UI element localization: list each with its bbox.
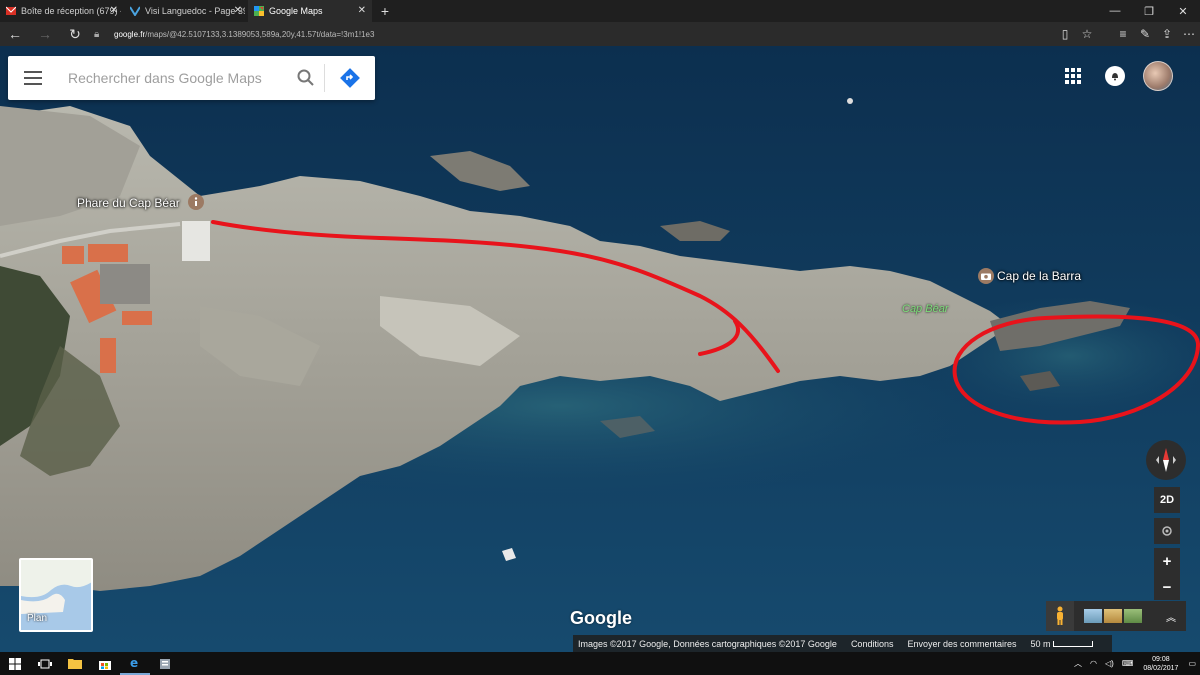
feedback-link[interactable]: Envoyer des commentaires — [907, 639, 1016, 649]
cap-barra-label[interactable]: Cap de la Barra — [997, 269, 1081, 283]
lock-icon: 🔒︎ — [94, 28, 100, 40]
svg-text:e: e — [130, 656, 138, 669]
clock-date: 08/02/2017 — [1143, 664, 1179, 672]
windows-start-icon[interactable] — [0, 652, 30, 675]
tray-expand-icon[interactable]: ︿ — [1074, 658, 1082, 669]
search-icon[interactable] — [288, 56, 324, 100]
app-icon[interactable] — [150, 652, 180, 675]
tab-mail[interactable]: Boîte de réception (679) - tl ✕ — [0, 0, 124, 22]
scale-bar — [1052, 640, 1093, 647]
keyboard-icon[interactable]: ⌨︎ — [1122, 659, 1134, 668]
refresh-icon[interactable]: ↻ — [60, 22, 90, 46]
hub-icon[interactable]: ≡ — [1112, 22, 1134, 46]
notifications-icon[interactable] — [1105, 66, 1125, 86]
back-icon[interactable]: ← — [0, 22, 30, 46]
lighthouse-label[interactable]: Phare du Cap Béar — [77, 196, 180, 210]
window-controls: — ❐ ✕ — [1098, 0, 1200, 22]
volume-icon[interactable]: ◁) — [1105, 659, 1114, 668]
camera-pin-icon[interactable] — [978, 268, 994, 284]
close-tab-icon[interactable]: ✕ — [358, 5, 366, 16]
cap-bear-label[interactable]: Cap Béar — [902, 303, 948, 315]
address-bar: ← → ↻ 🔒︎ google.fr /maps/@42.5107133,3.1… — [0, 22, 1200, 46]
map-type-label: Plan — [27, 613, 48, 624]
share-icon[interactable]: ⇪ — [1156, 22, 1178, 46]
attribution-text: Images ©2017 Google, Données cartographi… — [578, 638, 837, 649]
search-box — [8, 56, 375, 100]
expand-icon[interactable]: ︽ — [1166, 609, 1176, 624]
url-field[interactable]: 🔒︎ google.fr /maps/@42.5107133,3.1389053… — [90, 22, 1054, 46]
tab-label: Boîte de réception (679) - tl — [21, 6, 121, 16]
imagery-thumbnails — [1084, 609, 1142, 623]
file-explorer-icon[interactable] — [60, 652, 90, 675]
map-canvas[interactable]: Phare du Cap Béar Cap de la Barra Cap Bé… — [0, 46, 1200, 652]
map-footer: Images ©2017 Google, Données cartographi… — [573, 635, 1112, 652]
more-icon[interactable]: ⋯ — [1178, 22, 1200, 46]
restore-icon[interactable]: ❐ — [1132, 0, 1166, 22]
imagery-thumbnail[interactable] — [1124, 609, 1142, 623]
tab-google-maps[interactable]: Google Maps ✕ — [248, 0, 372, 22]
satellite-imagery — [0, 46, 1200, 652]
compass-icon[interactable] — [1146, 440, 1186, 480]
directions-icon[interactable] — [325, 56, 375, 100]
pegman-icon[interactable] — [1046, 601, 1074, 631]
imagery-thumbnail[interactable] — [1104, 609, 1122, 623]
forward-icon[interactable]: → — [30, 22, 60, 46]
forum-icon — [130, 6, 140, 16]
minimize-icon[interactable]: — — [1098, 0, 1132, 22]
conditions-link[interactable]: Conditions — [851, 639, 894, 649]
new-tab-button[interactable]: + — [372, 0, 398, 22]
maps-icon — [254, 6, 264, 16]
street-view-bar: ︽ — [1046, 601, 1186, 631]
info-pin-icon[interactable] — [188, 194, 204, 210]
screen: Boîte de réception (679) - tl ✕ Visi Lan… — [0, 0, 1200, 675]
google-logo: Google — [570, 608, 632, 628]
view-mode-2d-button[interactable]: 2D — [1154, 487, 1180, 513]
separator — [1098, 22, 1112, 46]
web-note-icon[interactable]: ✎ — [1134, 22, 1156, 46]
favorite-star-icon[interactable]: ☆ — [1076, 22, 1098, 46]
system-tray: ︿ ◠ ◁) ⌨︎ 09:08 08/02/2017 ▭ — [1070, 652, 1200, 675]
zoom-in-button[interactable]: + — [1154, 548, 1180, 574]
tab-bar: Boîte de réception (679) - tl ✕ Visi Lan… — [0, 0, 1200, 22]
avatar[interactable] — [1143, 61, 1173, 91]
url-path: /maps/@42.5107133,3.1389053,589a,20y,41.… — [145, 29, 375, 39]
search-input[interactable] — [58, 70, 288, 86]
close-tab-icon[interactable]: ✕ — [110, 5, 118, 16]
action-center-icon[interactable]: ▭ — [1188, 659, 1196, 668]
map-type-thumbnail[interactable]: Plan — [19, 558, 93, 632]
tab-forum[interactable]: Visi Languedoc - Page 392 - ✕ — [124, 0, 248, 22]
close-tab-icon[interactable]: ✕ — [234, 5, 242, 16]
menu-icon[interactable] — [8, 56, 58, 100]
zoom-out-button[interactable]: − — [1154, 574, 1180, 600]
tab-label: Google Maps — [269, 6, 323, 16]
edge-icon[interactable]: e — [120, 652, 150, 675]
my-location-icon[interactable] — [1154, 518, 1180, 544]
browser-toolbar: ▯ ☆ ≡ ✎ ⇪ ⋯ — [1054, 22, 1200, 46]
close-window-icon[interactable]: ✕ — [1166, 0, 1200, 22]
mail-icon — [6, 6, 16, 15]
apps-grid-icon[interactable] — [1065, 68, 1081, 84]
task-view-icon[interactable] — [30, 652, 60, 675]
clock-time: 09:08 — [1152, 655, 1170, 663]
network-icon[interactable]: ◠ — [1090, 659, 1097, 668]
store-icon[interactable] — [90, 652, 120, 675]
url-domain: google.fr — [114, 29, 146, 39]
taskbar: e ︿ ◠ ◁) ⌨︎ 09:08 08/02/2017 ▭ — [0, 652, 1200, 675]
clock[interactable]: 09:08 08/02/2017 — [1143, 655, 1178, 673]
reading-view-icon[interactable]: ▯ — [1054, 22, 1076, 46]
scale-label[interactable]: 50 m — [1031, 639, 1093, 649]
tab-label: Visi Languedoc - Page 392 - — [145, 6, 245, 16]
imagery-thumbnail[interactable] — [1084, 609, 1102, 623]
